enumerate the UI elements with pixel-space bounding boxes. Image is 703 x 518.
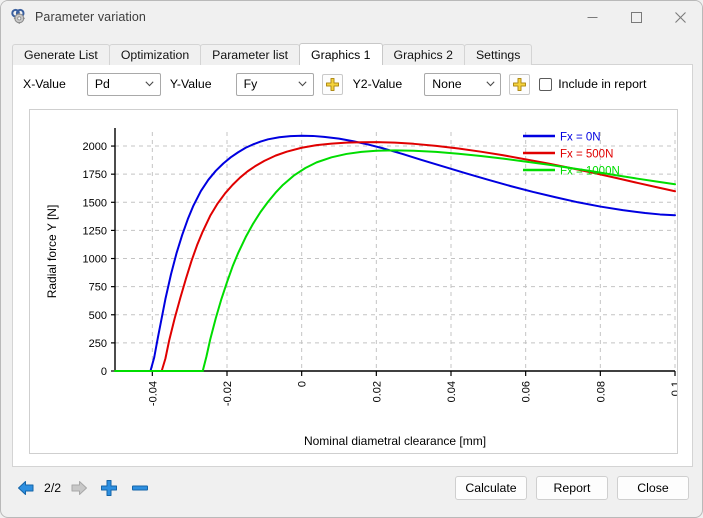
svg-text:Fx = 500N: Fx = 500N [560,149,613,161]
plus-icon [101,480,118,496]
tab-generate-list[interactable]: Generate List [12,44,110,65]
plus-icon [325,77,339,91]
bottom-bar: 2/2 Calculate Report Close [1,467,702,517]
svg-text:0.1: 0.1 [670,381,677,396]
svg-text:Fx = 0N: Fx = 0N [560,132,601,144]
svg-text:Fx = 1000N: Fx = 1000N [560,166,620,178]
svg-text:0.04: 0.04 [446,381,458,402]
svg-text:0.08: 0.08 [595,381,607,402]
svg-text:-0.04: -0.04 [147,381,159,406]
chart-controls-toolbar: X-Value Pd Y-Value Fy Y2-Value None Incl… [13,65,692,103]
y-value-label: Y-Value [169,77,212,91]
tab-strip: Generate List Optimization Parameter lis… [12,43,693,65]
chevron-down-icon [293,81,313,87]
tab-parameter-list[interactable]: Parameter list [200,44,301,65]
add-page-button[interactable] [98,477,120,499]
chevron-down-icon [140,81,160,87]
svg-text:1750: 1750 [83,169,107,181]
window-title: Parameter variation [35,10,146,24]
remove-page-button[interactable] [129,477,151,499]
line-chart: 0 250 500 750 1000 1250 1500 1750 2000 -0.04 -0.02… [45,128,677,448]
include-in-report-label: Include in report [558,77,647,91]
gear-icon [10,8,28,26]
parameter-variation-window: Parameter variation Generate List Optimi… [0,0,703,518]
svg-text:750: 750 [89,282,107,294]
include-in-report-control[interactable]: Include in report [539,77,646,91]
plus-icon [513,77,527,91]
svg-text:0.02: 0.02 [371,381,383,402]
report-button[interactable]: Report [536,476,608,500]
svg-text:250: 250 [89,338,107,350]
svg-text:2000: 2000 [83,141,107,153]
arrow-right-icon [71,481,88,495]
arrow-left-icon [18,481,34,495]
svg-text:Radial force Y [N]: Radial force Y [N] [45,205,59,299]
x-value-label: X-Value [23,77,66,91]
graphics-1-panel: X-Value Pd Y-Value Fy Y2-Value None Incl… [12,64,693,467]
svg-text:0.06: 0.06 [521,381,533,402]
x-value-selected: Pd [94,77,110,91]
prev-page-button[interactable] [15,477,37,499]
chart-canvas[interactable]: 0 250 500 750 1000 1250 1500 1750 2000 -0.04 -0.02… [29,109,678,454]
tab-graphics-1[interactable]: Graphics 1 [299,43,383,65]
minimize-button[interactable] [570,1,614,33]
close-button[interactable] [658,1,702,33]
y-value-dropdown[interactable]: Fy [235,72,314,96]
dialog-buttons: Calculate Report Close [455,476,689,500]
minus-icon [132,485,149,491]
svg-text:Nominal diametral clearance [m: Nominal diametral clearance [mm] [304,434,486,448]
svg-text:-0.02: -0.02 [222,381,234,406]
x-value-dropdown[interactable]: Pd [86,72,161,96]
add-y2-series-button[interactable] [509,73,531,95]
svg-text:500: 500 [89,310,107,322]
title-bar: Parameter variation [1,1,702,33]
y2-value-selected: None [432,77,462,91]
page-indicator: 2/2 [44,481,62,495]
svg-text:0: 0 [297,381,309,387]
svg-text:1250: 1250 [83,225,107,237]
y2-value-label: Y2-Value [352,77,403,91]
svg-text:1500: 1500 [83,197,107,209]
y-value-selected: Fy [243,77,258,91]
chevron-down-icon [480,81,500,87]
close-dialog-button[interactable]: Close [617,476,689,500]
page-navigation: 2/2 [15,477,151,499]
svg-text:0: 0 [101,366,107,378]
calculate-button[interactable]: Calculate [455,476,527,500]
y2-value-dropdown[interactable]: None [424,72,502,96]
maximize-button[interactable] [614,1,658,33]
include-in-report-checkbox[interactable] [539,77,553,91]
window-controls [570,1,702,33]
svg-text:1000: 1000 [83,254,107,266]
tab-graphics-2[interactable]: Graphics 2 [381,44,465,65]
add-y-series-button[interactable] [321,73,343,95]
tab-optimization[interactable]: Optimization [108,44,202,65]
tab-settings[interactable]: Settings [463,44,533,65]
next-page-button[interactable] [68,477,90,499]
